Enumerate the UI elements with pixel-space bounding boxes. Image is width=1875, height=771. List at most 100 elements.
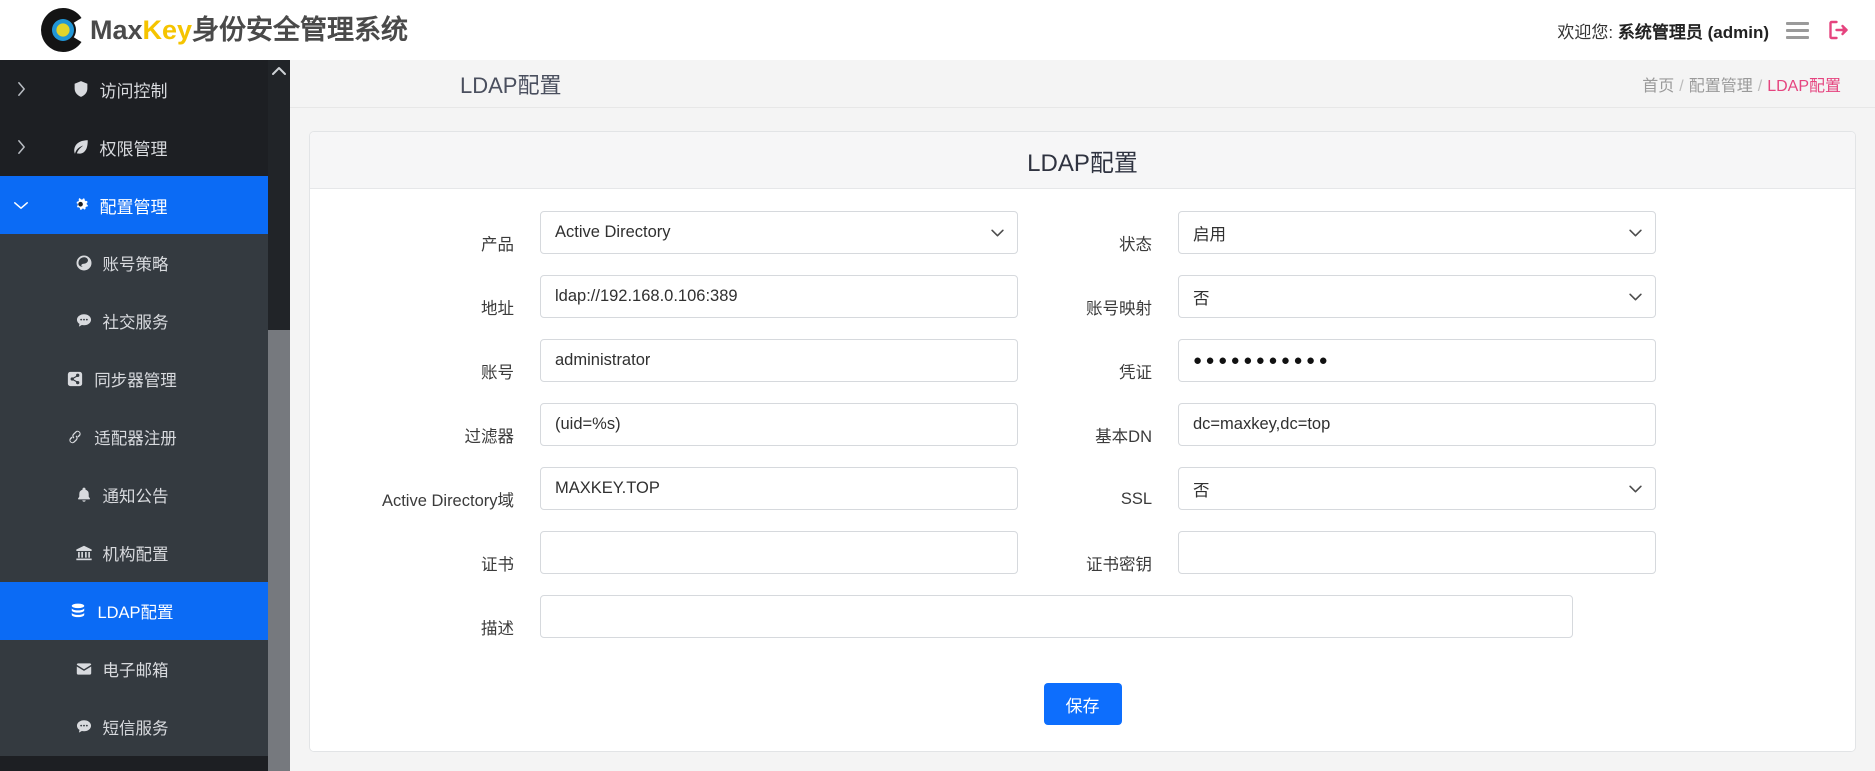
cell-certificate xyxy=(540,531,1018,595)
sidebar-item-1[interactable]: 权限管理 xyxy=(0,118,268,176)
certificate-key-input[interactable] xyxy=(1178,531,1656,574)
cell-credential: ●●●●●●●●●●● xyxy=(1178,339,1656,403)
breadcrumb-item-2: LDAP配置 xyxy=(1767,77,1841,95)
chevron-up-icon[interactable] xyxy=(268,60,290,82)
sidebar-item-body: 机构配置 xyxy=(0,541,268,565)
sidebar-item-body: 社交服务 xyxy=(0,309,268,333)
sidebar-item-10[interactable]: 电子邮箱 xyxy=(0,640,268,698)
sidebar-item-7[interactable]: 通知公告 xyxy=(0,466,268,524)
label-base-dn: 基本DN xyxy=(1095,428,1152,446)
cell-base-dn: dc=maxkey,dc=top xyxy=(1178,403,1656,467)
sidebar-item-5[interactable]: 同步器管理 xyxy=(0,350,268,408)
sidebar-item-body: 账号策略 xyxy=(0,251,268,275)
chevron-down-icon xyxy=(1628,292,1643,301)
breadcrumb-separator: / xyxy=(1757,77,1763,95)
current-user-name: 系统管理员 (admin) xyxy=(1617,22,1769,42)
hamburger-menu-icon[interactable] xyxy=(1786,21,1809,39)
chevron-down-icon xyxy=(990,228,1005,237)
sidebar-item-label: 配置管理 xyxy=(99,197,168,217)
link-icon xyxy=(65,427,85,447)
address-value: ldap://192.168.0.106:389 xyxy=(555,287,738,305)
sidebar-item-body: 访问控制 xyxy=(0,77,268,102)
sidebar-item-label: LDAP配置 xyxy=(97,604,174,622)
card-title: LDAP配置 xyxy=(1027,149,1138,177)
ad-domain-input[interactable]: MAXKEY.TOP xyxy=(540,467,1018,510)
brand-logo-area[interactable]: MaxKey身份安全管理系统 xyxy=(38,5,408,55)
sidebar-items-container: 访问控制权限管理配置管理账号策略社交服务同步器管理适配器注册通知公告机构配置 LD… xyxy=(0,60,268,756)
sidebar-item-body: 通知公告 xyxy=(0,483,268,507)
certificate-input[interactable] xyxy=(540,531,1018,574)
sidebar-item-0[interactable]: 访问控制 xyxy=(0,60,268,118)
cell-account: administrator xyxy=(540,339,1018,403)
sidebar-item-label: 账号策略 xyxy=(102,256,169,274)
address-input[interactable]: ldap://192.168.0.106:389 xyxy=(540,275,1018,318)
ldap-config-card: LDAP配置 产品 Active Directory 状态 启用 地址 ldap… xyxy=(309,131,1856,752)
cell-certificate-key xyxy=(1178,531,1656,595)
cell-product: Active Directory xyxy=(540,211,1018,275)
credential-input[interactable]: ●●●●●●●●●●● xyxy=(1178,339,1656,382)
label-account-mapping: 账号映射 xyxy=(1086,300,1152,318)
brand-key: Key xyxy=(142,14,193,45)
sidebar-item-label: 短信服务 xyxy=(102,720,169,738)
base-dn-input[interactable]: dc=maxkey,dc=top xyxy=(1178,403,1656,446)
sidebar-item-3[interactable]: 账号策略 xyxy=(0,234,268,292)
filter-value: (uid=%s) xyxy=(555,415,621,433)
sign-out-icon[interactable] xyxy=(1826,18,1851,42)
envelope-icon xyxy=(74,659,94,679)
account-input[interactable]: administrator xyxy=(540,339,1018,382)
sidebar-item-body: LDAP配置 xyxy=(0,599,268,623)
card-header: LDAP配置 xyxy=(310,132,1855,189)
sidebar-item-6[interactable]: 适配器注册 xyxy=(0,408,268,466)
comment-dots-icon xyxy=(74,717,94,737)
account-mapping-value: 否 xyxy=(1193,289,1210,308)
comment-dots-icon xyxy=(74,311,94,331)
form-actions: 保存 xyxy=(330,683,1835,725)
sidebar-scrollbar-thumb[interactable] xyxy=(268,330,290,771)
bell-icon xyxy=(74,485,94,505)
breadcrumb-item-0[interactable]: 首页 xyxy=(1642,78,1674,95)
cell-status: 启用 xyxy=(1178,211,1656,275)
sidebar-item-8[interactable]: 机构配置 xyxy=(0,524,268,582)
label-account: 账号 xyxy=(481,364,514,382)
sidebar-item-label: 同步器管理 xyxy=(94,372,177,390)
label-certificate: 证书 xyxy=(481,556,514,574)
description-input[interactable] xyxy=(540,595,1573,638)
status-select[interactable]: 启用 xyxy=(1178,211,1656,254)
save-button[interactable]: 保存 xyxy=(1043,683,1122,725)
brand-title: MaxKey身份安全管理系统 xyxy=(90,14,409,45)
sidebar-item-label: 访问控制 xyxy=(99,81,168,101)
cell-ad-domain: MAXKEY.TOP xyxy=(540,467,1018,531)
brand-max: Max xyxy=(90,14,143,45)
chevron-down-icon xyxy=(1628,484,1643,493)
brand-subtitle: 身份安全管理系统 xyxy=(192,14,409,45)
sidebar-item-body: 适配器注册 xyxy=(0,425,268,449)
breadcrumb: 首页 / 配置管理 / LDAP配置 xyxy=(1642,72,1841,96)
product-select[interactable]: Active Directory xyxy=(540,211,1018,254)
label-ad-domain: Active Directory域 xyxy=(381,492,514,510)
sidebar-item-2[interactable]: 配置管理 xyxy=(0,176,268,234)
sidebar-item-11[interactable]: 短信服务 xyxy=(0,698,268,756)
shield-icon xyxy=(71,79,91,99)
sidebar-item-label: 社交服务 xyxy=(102,314,169,332)
sidebar-item-9[interactable]: LDAP配置 xyxy=(0,582,268,640)
ssl-value: 否 xyxy=(1193,481,1210,500)
filter-input[interactable]: (uid=%s) xyxy=(540,403,1018,446)
breadcrumb-separator: / xyxy=(1679,77,1684,95)
sidebar-item-body: 同步器管理 xyxy=(0,367,268,391)
page-header-bar: LDAP配置 首页 / 配置管理 / LDAP配置 xyxy=(290,60,1875,108)
sidebar-scrollbar[interactable] xyxy=(268,60,290,771)
gears-icon xyxy=(71,195,91,215)
leaf-icon xyxy=(71,137,91,157)
account-mapping-select[interactable]: 否 xyxy=(1178,275,1656,318)
account-value: administrator xyxy=(555,351,651,369)
base-dn-value: dc=maxkey,dc=top xyxy=(1193,415,1331,433)
breadcrumb-item-1[interactable]: 配置管理 xyxy=(1689,78,1753,95)
ssl-select[interactable]: 否 xyxy=(1178,467,1656,510)
cell-description xyxy=(540,595,1835,659)
cell-filter: (uid=%s) xyxy=(540,403,1018,467)
description-row: 描述 xyxy=(330,595,1835,659)
sidebar-item-4[interactable]: 社交服务 xyxy=(0,292,268,350)
sidebar-item-label: 机构配置 xyxy=(102,546,169,564)
cell-ssl: 否 xyxy=(1178,467,1656,531)
credential-value: ●●●●●●●●●●● xyxy=(1193,352,1332,369)
